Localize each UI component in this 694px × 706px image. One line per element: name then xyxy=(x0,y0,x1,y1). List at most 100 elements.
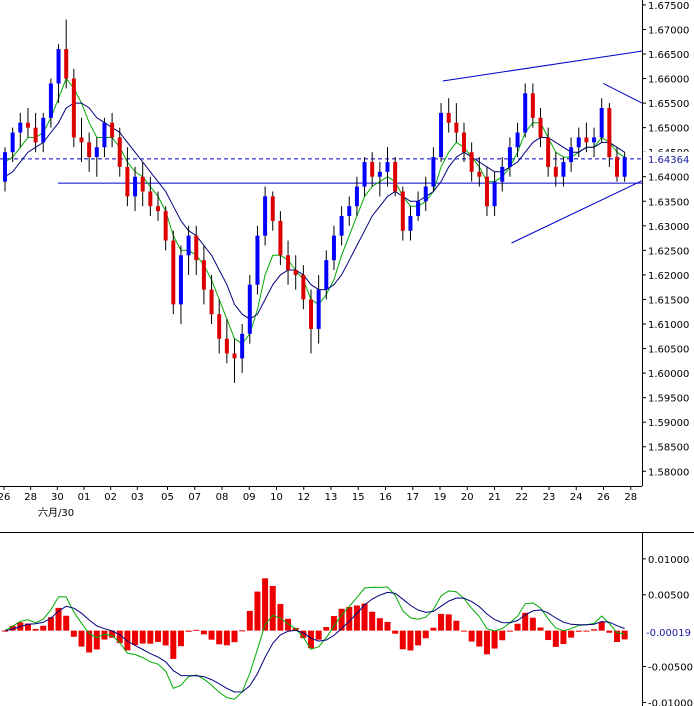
price-axis[interactable]: 1.67500 1.67000 1.66500 1.66000 1.65500 1.650… xyxy=(642,1,694,478)
macd-histogram-bar xyxy=(506,630,513,632)
macd-histogram-bar xyxy=(560,630,567,645)
bullish-candle xyxy=(507,147,512,167)
macd-axis[interactable]: 0.010000.005000.00000-0.00500-0.01000-0.… xyxy=(642,555,694,706)
bullish-candle xyxy=(592,137,597,143)
date-tick-label: 26 xyxy=(0,492,10,503)
date-tick-label: 23 xyxy=(543,492,556,503)
date-tick-label: 19 xyxy=(434,492,447,503)
bullish-candle xyxy=(622,157,627,177)
macd-histogram-bar xyxy=(216,630,223,645)
date-axis: 26 28 30 01 02 03 05 07 08 09 10 12 13 15 16 17 19 20 21 22… xyxy=(0,486,637,503)
macd-histogram-bar xyxy=(529,617,536,631)
macd-tick-label: 0.01000 xyxy=(648,555,689,566)
date-tick-label: 01 xyxy=(78,492,91,503)
macd-histogram-bar xyxy=(231,630,238,643)
macd-histogram-bar xyxy=(40,625,47,631)
macd-histogram-bar xyxy=(422,630,429,639)
macd-histogram-bar xyxy=(132,630,139,646)
macd-histogram-bar xyxy=(315,630,322,640)
bearish-candle xyxy=(393,162,398,192)
price-tick-label: 1.67000 xyxy=(648,25,689,36)
bearish-candle xyxy=(33,127,38,143)
bearish-candle xyxy=(224,338,229,354)
month-label: 六月/30 xyxy=(38,507,74,519)
price-tick-label: 1.65000 xyxy=(648,124,689,135)
macd-histogram-bar xyxy=(239,630,246,632)
bearish-candle xyxy=(201,260,206,290)
bearish-candle xyxy=(110,122,115,138)
date-tick-label: 22 xyxy=(515,492,528,503)
bullish-candle xyxy=(94,147,99,158)
price-tick-label: 1.60000 xyxy=(648,369,689,380)
forex-chart[interactable]: 1.67500 1.67000 1.66500 1.66000 1.65500 1.650… xyxy=(0,0,694,706)
macd-histogram-bar xyxy=(606,630,613,633)
macd-histogram-bar xyxy=(269,585,276,631)
bearish-candle xyxy=(484,176,489,207)
macd-histogram-bar xyxy=(208,630,215,640)
bullish-candle xyxy=(331,235,336,261)
macd-histogram-bar xyxy=(453,620,460,631)
bullish-candle xyxy=(240,333,245,359)
macd-histogram-bar xyxy=(438,613,445,631)
bearish-candle xyxy=(117,137,122,167)
price-tick-label: 1.63000 xyxy=(648,222,689,233)
bullish-candle xyxy=(316,289,321,329)
macd-histogram-bar xyxy=(177,630,184,647)
macd-histogram-bar xyxy=(399,630,406,650)
bearish-candle xyxy=(64,49,69,79)
macd-histogram-bar xyxy=(185,630,192,632)
bearish-candle xyxy=(286,255,291,270)
bearish-candle xyxy=(148,191,153,207)
macd-histogram-bar xyxy=(461,630,467,632)
price-tick-label: 1.66000 xyxy=(648,75,689,86)
macd-histogram-bar xyxy=(445,614,452,631)
macd-histogram-bar xyxy=(407,630,414,651)
bearish-candle xyxy=(270,196,275,221)
macd-histogram-bar xyxy=(2,630,8,632)
date-tick-label: 30 xyxy=(51,492,64,503)
bearish-candle xyxy=(232,353,237,359)
bullish-candle xyxy=(408,216,413,231)
macd-histogram-bar xyxy=(246,610,253,631)
bearish-candle xyxy=(462,132,466,153)
bearish-candle xyxy=(446,112,451,123)
price-tick-label: 1.59000 xyxy=(648,418,689,429)
date-tick-label: 28 xyxy=(624,492,637,503)
bullish-candle xyxy=(324,260,329,290)
bearish-candle xyxy=(209,289,214,315)
bearish-candle xyxy=(538,117,543,138)
date-tick-label: 08 xyxy=(216,492,229,503)
date-tick-label: 17 xyxy=(406,492,419,503)
macd-histogram-bar xyxy=(369,611,376,631)
bearish-candle xyxy=(301,274,306,300)
macd-histogram-bar xyxy=(254,591,261,631)
bullish-candle xyxy=(523,93,528,133)
macd-histogram-bar xyxy=(583,630,590,632)
bearish-candle xyxy=(400,191,405,231)
bullish-candle xyxy=(576,137,581,148)
macd-histogram-bar xyxy=(193,629,200,631)
price-tick-label: 1.66500 xyxy=(648,50,689,61)
bearish-candle xyxy=(125,166,130,197)
bearish-candle xyxy=(454,122,459,133)
bullish-candle xyxy=(377,171,382,177)
macd-histogram-bar xyxy=(598,621,605,631)
macd-histogram-bar xyxy=(170,630,177,659)
macd-histogram-bar xyxy=(162,630,169,646)
bearish-candle xyxy=(194,235,199,261)
price-tick-label: 1.58500 xyxy=(648,443,689,454)
macd-histogram-bar xyxy=(430,627,437,631)
bullish-candle xyxy=(18,122,23,133)
bullish-candle xyxy=(178,255,183,305)
price-tick-label: 1.59500 xyxy=(648,394,689,405)
bullish-candle xyxy=(561,162,566,177)
bearish-candle xyxy=(87,142,92,158)
macd-histogram-bar xyxy=(353,605,360,631)
bullish-candle xyxy=(569,147,574,162)
bearish-candle xyxy=(278,220,283,256)
bullish-candle xyxy=(500,166,505,182)
macd-pane-background xyxy=(0,532,642,706)
macd-histogram-bar xyxy=(575,630,582,632)
macd-histogram-bar xyxy=(147,630,154,644)
bullish-candle xyxy=(247,284,252,334)
